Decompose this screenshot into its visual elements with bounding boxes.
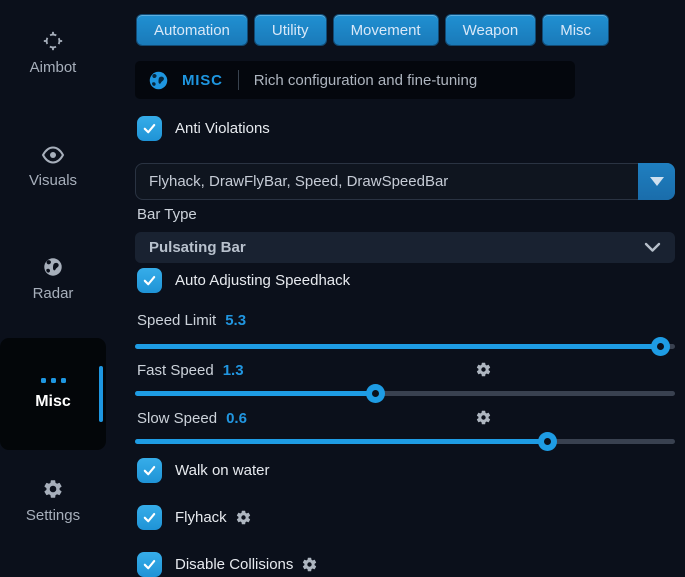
bar-type-select[interactable]: Pulsating Bar [135, 232, 675, 263]
section-header: MISC Rich configuration and fine-tuning [135, 61, 575, 99]
triangle-down-icon [650, 177, 664, 186]
slider-fill [135, 391, 376, 396]
check-icon [142, 273, 157, 288]
slow-speed-header: Slow Speed 0.6 [137, 409, 657, 427]
eye-icon [41, 145, 65, 165]
flyhack-checkbox[interactable] [137, 505, 162, 530]
flyhack-row: Flyhack [137, 504, 252, 530]
crosshair-icon [42, 30, 64, 52]
checkbox-label: Disable Collisions [175, 556, 293, 573]
section-title: MISC [182, 72, 223, 89]
tab-utility[interactable]: Utility [255, 15, 326, 45]
sidebar: Aimbot Visuals Radar Misc [0, 0, 122, 563]
multiselect-value: Flyhack, DrawFlyBar, Speed, DrawSpeedBar [136, 164, 674, 199]
globe-icon [42, 256, 64, 278]
anti-violations-checkbox[interactable] [137, 116, 162, 141]
chevron-down-icon [644, 242, 661, 253]
slider-label: Fast Speed [137, 362, 214, 379]
gear-icon[interactable] [475, 361, 492, 378]
multiselect-dropdown-button[interactable] [638, 163, 675, 200]
walk-on-water-row: Walk on water [137, 457, 269, 483]
anti-violations-row: Anti Violations [137, 115, 270, 141]
slider-handle[interactable] [538, 432, 557, 451]
check-icon [142, 463, 157, 478]
bar-type-label: Bar Type [137, 206, 197, 223]
sidebar-item-label: Visuals [29, 172, 77, 189]
divider [238, 70, 239, 90]
sidebar-item-radar[interactable]: Radar [0, 256, 106, 302]
slider-handle[interactable] [366, 384, 385, 403]
slider-value: 0.6 [226, 410, 247, 427]
checkbox-label: Auto Adjusting Speedhack [175, 272, 350, 289]
slider-handle[interactable] [651, 337, 670, 356]
slider-fill [135, 439, 548, 444]
main-panel: Automation Utility Movement Weapon Misc … [135, 0, 675, 563]
disable-collisions-checkbox[interactable] [137, 552, 162, 577]
tab-misc[interactable]: Misc [543, 15, 608, 45]
speed-limit-slider[interactable] [135, 344, 675, 349]
active-indicator [99, 366, 103, 422]
fast-speed-header: Fast Speed 1.3 [137, 361, 657, 379]
section-subtitle: Rich configuration and fine-tuning [254, 72, 477, 89]
fast-speed-slider[interactable] [135, 391, 675, 396]
slider-value: 5.3 [225, 312, 246, 329]
gear-icon[interactable] [235, 509, 252, 526]
check-icon [142, 121, 157, 136]
slider-label: Speed Limit [137, 312, 216, 329]
gear-icon[interactable] [475, 409, 492, 426]
checkbox-label: Flyhack [175, 509, 227, 526]
sidebar-item-label: Settings [26, 507, 80, 524]
sidebar-item-label: Misc [35, 393, 71, 411]
select-value: Pulsating Bar [149, 239, 644, 256]
slow-speed-slider[interactable] [135, 439, 675, 444]
sidebar-item-label: Aimbot [30, 59, 77, 76]
bars-multiselect[interactable]: Flyhack, DrawFlyBar, Speed, DrawSpeedBar [135, 163, 675, 200]
checkbox-label: Anti Violations [175, 120, 270, 137]
tab-movement[interactable]: Movement [334, 15, 438, 45]
gear-icon [42, 478, 64, 500]
check-icon [142, 510, 157, 525]
speed-limit-header: Speed Limit 5.3 [137, 311, 657, 329]
sidebar-item-visuals[interactable]: Visuals [0, 145, 106, 189]
globe-icon [148, 70, 169, 91]
auto-adjusting-checkbox[interactable] [137, 268, 162, 293]
tab-automation[interactable]: Automation [137, 15, 247, 45]
walk-on-water-checkbox[interactable] [137, 458, 162, 483]
slider-value: 1.3 [223, 362, 244, 379]
disable-collisions-row: Disable Collisions [137, 551, 318, 577]
sidebar-item-misc[interactable]: Misc [0, 338, 106, 450]
checkbox-label: Walk on water [175, 462, 269, 479]
sidebar-item-label: Radar [33, 285, 74, 302]
slider-fill [135, 344, 661, 349]
slider-label: Slow Speed [137, 410, 217, 427]
gear-icon[interactable] [301, 556, 318, 573]
sidebar-item-settings[interactable]: Settings [0, 478, 106, 524]
ellipsis-icon [41, 378, 66, 383]
check-icon [142, 557, 157, 572]
sidebar-item-aimbot[interactable]: Aimbot [0, 30, 106, 76]
auto-adjusting-row: Auto Adjusting Speedhack [137, 267, 350, 293]
tab-weapon[interactable]: Weapon [446, 15, 536, 45]
category-tabs: Automation Utility Movement Weapon Misc [137, 15, 608, 45]
